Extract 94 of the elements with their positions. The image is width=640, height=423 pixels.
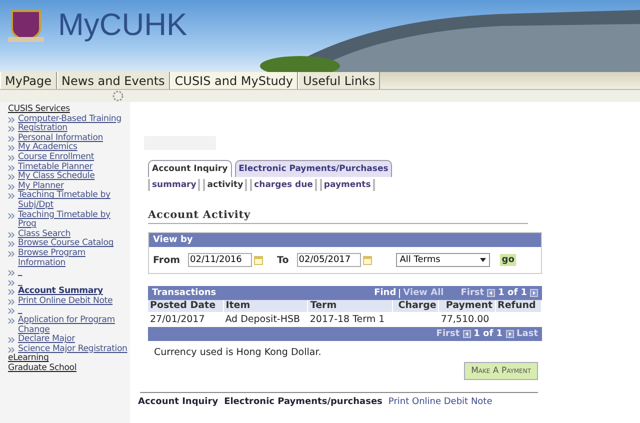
nav-tab[interactable]: MyPage (0, 72, 57, 89)
find-link[interactable]: Find (374, 288, 396, 298)
from-date-field[interactable]: 02/11/2016 (188, 253, 252, 267)
table-cell: Ad Deposit-HSB (223, 312, 308, 327)
double-chevron-icon (8, 241, 15, 248)
double-chevron-icon (8, 136, 15, 142)
view-by-header: View by (149, 233, 541, 247)
make-payment-button[interactable]: Make A Payment (464, 362, 538, 380)
from-label: From (153, 254, 180, 266)
page-tab[interactable]: Account Inquiry (148, 160, 232, 177)
double-chevron-icon (8, 212, 15, 219)
sidebar-link[interactable]: Browse Course Catalog (18, 239, 114, 249)
double-chevron-icon (8, 346, 15, 353)
double-chevron-icon (8, 250, 15, 257)
to-label: To (277, 254, 289, 266)
sidebar-link[interactable]: Course Enrollment (18, 152, 94, 163)
term-dropdown[interactable]: All Terms (396, 253, 490, 267)
double-chevron-icon (8, 116, 15, 123)
currency-note: Currency used is Hong Kong Dollar. (154, 347, 322, 358)
table-cell: 2017-18 Term 1 (308, 312, 393, 327)
double-chevron-icon (8, 318, 15, 324)
go-button[interactable]: go (500, 254, 516, 266)
page-title: Account Activity (148, 209, 528, 224)
sidebar-link[interactable]: My Class Schedule (18, 172, 95, 182)
sidebar-section-link[interactable]: eLearning (0, 354, 49, 364)
sub-tab[interactable]: payments (320, 179, 375, 191)
sub-tab[interactable]: charges due (250, 179, 317, 191)
sidebar-link[interactable]: Teaching Timetable by Subj/Dpt (18, 191, 130, 211)
double-chevron-icon (8, 280, 15, 286)
double-chevron-icon (8, 270, 15, 276)
last-label: Last (516, 329, 538, 339)
column-header: Charge (392, 300, 439, 312)
separator-icon (399, 288, 400, 298)
logo-text: MyCUHK (58, 7, 188, 43)
sidebar-section-link[interactable]: Graduate School (0, 364, 77, 374)
previous-icon[interactable] (462, 330, 471, 338)
column-header: Posted Date (148, 300, 224, 312)
previous-icon[interactable] (487, 289, 496, 297)
table-cell: 27/01/2017 (148, 312, 224, 327)
double-chevron-icon (8, 164, 15, 171)
sidebar-section-link[interactable]: CUSIS Services (0, 105, 70, 115)
caret-icon (480, 258, 486, 262)
first-label: First (460, 288, 484, 298)
sidebar-link[interactable]: Computer-Based Training (18, 114, 122, 124)
crest-icon (6, 9, 46, 43)
column-header: Term (308, 300, 393, 312)
sidebar-link[interactable]: Application for Program Change (18, 316, 130, 336)
double-chevron-icon (8, 154, 15, 161)
next-icon[interactable] (506, 330, 514, 338)
column-header: Item (223, 300, 308, 312)
grid-title: Transactions (152, 288, 216, 298)
table-cell: 77,510.00 (438, 312, 496, 327)
double-chevron-icon (8, 337, 15, 344)
sidebar-link[interactable]: Teaching Timetable by Prog (18, 210, 130, 230)
double-chevron-icon (8, 126, 15, 132)
next-icon[interactable] (530, 289, 538, 297)
column-header: Payment (438, 300, 496, 312)
sidebar-link[interactable]: _ (18, 268, 22, 278)
first-label: First (436, 329, 460, 339)
footer-link[interactable]: Print Online Debit Note (388, 397, 492, 407)
sidebar-link[interactable]: Print Online Debit Note (18, 296, 113, 306)
sidebar-link[interactable]: Browse Program Information (18, 248, 130, 268)
nav-tab[interactable]: News and Events (56, 72, 170, 89)
sub-tab[interactable]: summary (148, 179, 200, 191)
nav-tab[interactable]: CUSIS and MyStudy (170, 72, 298, 89)
column-header: Refund (495, 300, 542, 312)
sub-tab[interactable]: activity (203, 179, 248, 191)
sidebar-link[interactable]: Class Search (18, 230, 70, 240)
sidebar-link[interactable]: Personal Information (18, 134, 104, 144)
sidebar-link[interactable]: Declare Major (18, 335, 75, 345)
sidebar-link[interactable]: Registration (18, 124, 68, 134)
footer-link[interactable]: Account Inquiry (138, 397, 218, 407)
sidebar-link[interactable]: My Planner (18, 182, 64, 192)
sidebar-link[interactable]: Timetable Planner (18, 162, 93, 172)
to-date-field[interactable]: 02/05/2017 (296, 253, 361, 267)
double-chevron-icon (8, 145, 15, 152)
double-chevron-icon (8, 174, 15, 180)
footer-link[interactable]: Electronic Payments/purchases (224, 397, 382, 407)
sidebar-link[interactable]: _ (18, 278, 22, 288)
double-chevron-icon (8, 298, 15, 305)
sidebar-link[interactable]: _ (18, 306, 22, 316)
nav-tab[interactable]: Useful Links (298, 72, 380, 89)
double-chevron-icon (8, 289, 15, 296)
double-chevron-icon (8, 184, 15, 190)
sidebar-link[interactable]: Account Summary (18, 287, 103, 297)
double-chevron-icon (8, 308, 15, 314)
sidebar-link[interactable]: My Academics (18, 143, 78, 153)
spinner-icon (112, 90, 124, 102)
sidebar-link[interactable]: Science Major Registration (18, 344, 128, 354)
page-count: 1 of 1 (498, 288, 527, 298)
double-chevron-icon (8, 232, 15, 238)
page-count: 1 of 1 (474, 329, 503, 339)
double-chevron-icon (8, 193, 15, 200)
page-tab[interactable]: Electronic Payments/Purchases (234, 160, 392, 177)
